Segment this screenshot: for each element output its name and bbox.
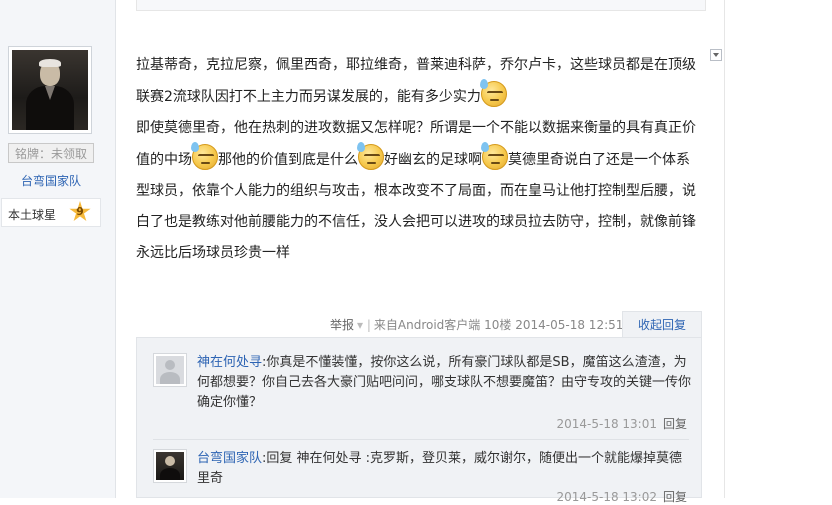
sweat-emoji-icon	[481, 142, 508, 170]
author-avatar[interactable]	[8, 46, 92, 134]
level-star-icon: 9	[69, 201, 91, 222]
reply-avatar[interactable]	[153, 449, 187, 483]
reply-username[interactable]: 台弯国家队	[197, 451, 262, 466]
previous-post-footer	[136, 0, 706, 11]
level-box: 本土球星 9	[1, 198, 101, 227]
reply-text: 你真是不懂装懂，按你这么说，所有豪门球队都是SB，魔笛这么渣渣，为何都想要？你自…	[197, 355, 692, 410]
level-number: 9	[76, 205, 84, 218]
reply-body: 台弯国家队:回复 神在何处寻 :克罗斯，登贝莱，威尔谢尔，随便出一个就能爆掉莫德…	[197, 449, 693, 489]
floor-number: 10楼	[484, 318, 512, 332]
post-text-4: 好幽玄的足球啊	[384, 152, 482, 168]
reply-text: 回复 神在何处寻 :克罗斯，登贝莱，威尔谢尔，随便出一个就能爆掉莫德里奇	[197, 451, 683, 486]
post-text-1: 拉基蒂奇，克拉尼察，佩里西奇，耶拉维奇，普莱迪科萨，乔尔卢卡，这些球员都是在顶级…	[136, 57, 696, 105]
reply-divider	[153, 439, 689, 440]
reply-avatar[interactable]	[153, 353, 187, 387]
nameplate-badge[interactable]: 铭牌：未领取	[8, 143, 94, 163]
post-source: 来自Android客户端	[373, 318, 481, 332]
sweat-emoji-icon	[479, 79, 507, 107]
level-title: 本土球星	[8, 208, 57, 222]
post-text-3: 那他的价值到底是什么	[218, 152, 358, 168]
sweat-emoji-icon	[357, 142, 384, 170]
reply-area: 神在何处寻:你真是不懂装懂，按你这么说，所有豪门球队都是SB，魔笛这么渣渣，为何…	[136, 337, 702, 504]
meta-separator: ▾ |	[357, 318, 371, 332]
reply-username[interactable]: 神在何处寻	[197, 355, 262, 370]
reply-footer: 2014-5-18 13:02 回复	[556, 488, 687, 505]
post-meta: 举报 ▾ | 来自Android客户端 10楼 2014-05-18 12:51	[330, 316, 623, 333]
dropdown-arrow-icon[interactable]	[710, 49, 722, 61]
reply-body: 神在何处寻:你真是不懂装懂，按你这么说，所有豪门球队都是SB，魔笛这么渣渣，为何…	[197, 353, 693, 413]
post-content: 拉基蒂奇，克拉尼察，佩里西奇，耶拉维奇，普莱迪科萨，乔尔卢卡，这些球员都是在顶级…	[136, 50, 702, 269]
author-name[interactable]: 台弯国家队	[0, 172, 102, 189]
post-time: 2014-05-18 12:51	[515, 318, 624, 332]
reply-button[interactable]: 回复	[663, 417, 687, 431]
post-text-5: 莫德里奇说白了还是一个体系型球员，依靠个人能力的组织与攻击，根本改变不了局面，而…	[136, 152, 696, 261]
reply-footer: 2014-5-18 13:01 回复	[556, 415, 687, 432]
content-border	[724, 0, 725, 498]
reply-time: 2014-5-18 13:02	[556, 490, 657, 504]
avatar-image	[12, 50, 88, 130]
collapse-replies-button[interactable]: 收起回复	[622, 311, 702, 338]
report-link[interactable]: 举报	[330, 318, 354, 332]
reply-time: 2014-5-18 13:01	[556, 417, 657, 431]
reply-button[interactable]: 回复	[663, 490, 687, 504]
sweat-emoji-icon	[191, 142, 218, 170]
